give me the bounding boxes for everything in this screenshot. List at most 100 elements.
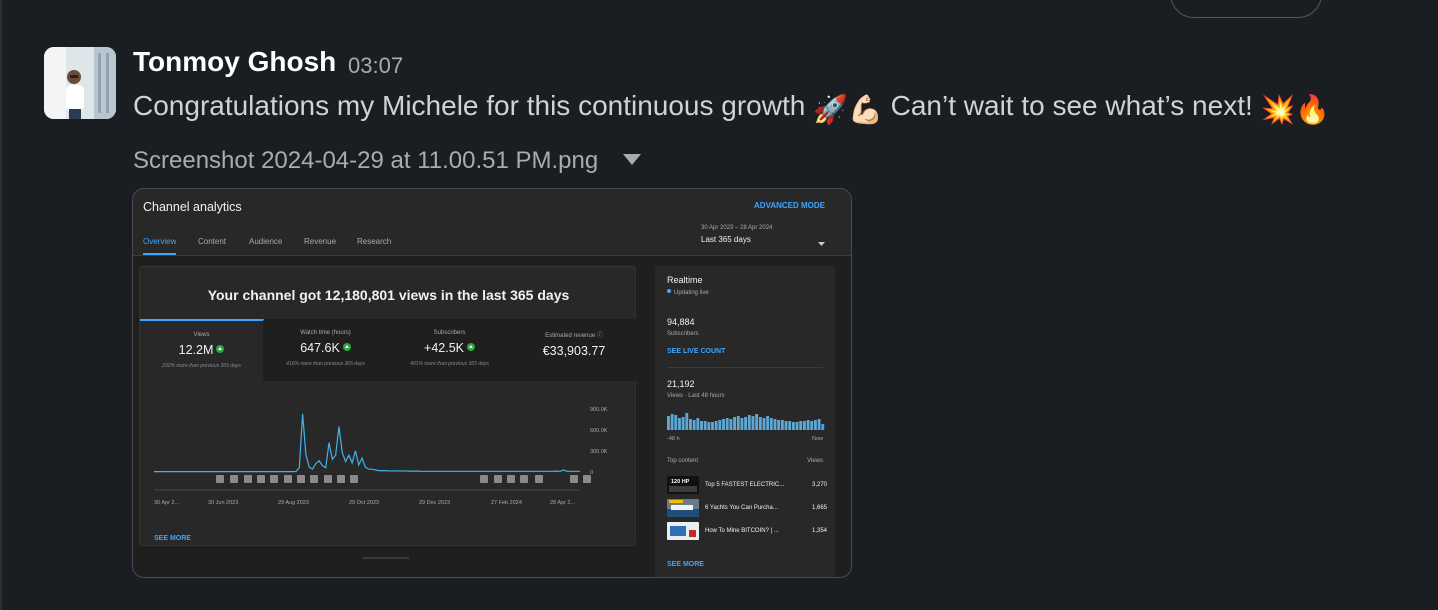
metric-value: 647.6K <box>264 341 387 355</box>
realtime-bar <box>773 419 777 430</box>
tab-audience: Audience <box>249 237 283 246</box>
metric-value: 12.2M <box>140 343 263 357</box>
left-border <box>0 0 2 610</box>
video-marker-icon <box>270 475 278 483</box>
analytics-title: Channel analytics <box>143 200 242 214</box>
realtime-live-text: Updating live <box>674 290 709 296</box>
tab-revenue: Revenue <box>304 237 337 246</box>
realtime-bar <box>722 419 725 430</box>
realtime-bar <box>696 418 700 430</box>
metric-subscribers: Subscribers +42.5K 491% more than previo… <box>388 319 512 381</box>
top-content-item: 120 HP Top 5 FASTEST ELECTRIC... 3,270 <box>667 476 827 496</box>
realtime-bar <box>736 416 740 430</box>
video-marker-icon <box>507 475 515 483</box>
metric-watch-time: Watch time (hours) 647.6K 416% more than… <box>264 319 388 381</box>
video-marker-icon <box>337 475 345 483</box>
video-thumbnail <box>667 499 699 517</box>
realtime-bar <box>806 420 810 430</box>
fire-emoji-icon: 🔥 <box>1295 94 1331 125</box>
views-line-chart: 900.0K 600.0K 300.0K 0 30 Apr 2... 30 Jun 202… <box>154 407 608 506</box>
metric-value: +42.5K <box>388 341 511 355</box>
video-marker-icon <box>480 475 488 483</box>
x-tick-label: 29 Dec 2023 <box>419 500 450 506</box>
realtime-bar <box>674 415 678 430</box>
video-thumbnail: 120 HP <box>667 476 699 494</box>
flexed-biceps-emoji-icon: 💪🏻 <box>847 94 883 125</box>
realtime-bar <box>755 414 759 430</box>
realtime-bar <box>678 418 681 430</box>
live-dot-icon <box>667 289 671 293</box>
top-content-title: How To Mine BITCOIN? | ... <box>705 528 779 534</box>
message-timestamp[interactable]: 03:07 <box>348 53 403 79</box>
realtime-divider <box>667 367 823 368</box>
x-tick-label: 30 Apr 2... <box>154 500 180 506</box>
trend-up-icon <box>466 343 475 351</box>
metric-label: Subscribers <box>433 330 466 336</box>
top-content-item: 6 Yachts You Can Purcha... 1,665 <box>667 499 827 519</box>
realtime-bar <box>766 416 770 430</box>
top-content-views: 1,665 <box>811 505 827 511</box>
realtime-bar <box>714 421 718 430</box>
video-marker-icon <box>324 475 332 483</box>
date-range-selector: 30 Apr 2023 – 28 Apr 2024 Last 365 days <box>701 225 772 244</box>
overview-card: Your channel got 12,180,801 views in the… <box>139 266 636 546</box>
realtime-bar <box>681 417 685 430</box>
realtime-bar <box>685 413 689 430</box>
realtime-see-more-link: SEE MORE <box>667 561 704 568</box>
realtime-bar <box>725 418 729 430</box>
thumbnail-caption: 120 HP <box>671 479 690 485</box>
metric-note: 491% more than previous 365 days <box>410 361 489 367</box>
analytics-header: Channel analytics ADVANCED MODE Overview… <box>133 189 851 256</box>
image-attachment[interactable]: Channel analytics ADVANCED MODE Overview… <box>132 188 852 578</box>
realtime-axis-end: Now <box>811 436 823 442</box>
realtime-bar <box>751 416 755 430</box>
realtime-bar <box>799 421 803 430</box>
realtime-bar <box>780 420 784 430</box>
realtime-bar <box>802 421 806 430</box>
realtime-bar <box>777 420 781 430</box>
realtime-subscribers: 94,884 <box>667 317 695 327</box>
metric-revenue: Estimated revenue ⓘ €33,903.77 <box>512 319 636 381</box>
author-name[interactable]: Tonmoy Ghosh <box>133 46 336 78</box>
y-tick-label: 0 <box>590 470 593 476</box>
realtime-views-label: Views · Last 48 hours <box>667 393 725 399</box>
video-marker-icon <box>310 475 318 483</box>
tab-content: Content <box>198 237 227 246</box>
attachment-filename-text: Screenshot 2024-04-29 at 11.00.51 PM.png <box>133 147 599 174</box>
realtime-bar <box>795 422 799 430</box>
realtime-bar <box>810 421 814 430</box>
realtime-subscribers-label: Subscribers <box>667 331 699 337</box>
metric-value-text: 647.6K <box>300 341 340 355</box>
realtime-bar <box>821 424 825 430</box>
trend-up-icon <box>342 343 351 351</box>
realtime-bar <box>817 419 821 430</box>
date-range-dates: 30 Apr 2023 – 28 Apr 2024 <box>701 225 773 231</box>
metric-note: 416% more than previous 365 days <box>286 361 365 367</box>
avatar-photo <box>44 47 116 119</box>
realtime-bar <box>758 417 762 430</box>
realtime-bar <box>670 414 674 430</box>
video-marker-icon <box>230 475 238 483</box>
realtime-bar <box>788 421 792 430</box>
top-pill-button[interactable] <box>1170 0 1322 18</box>
video-marker-icon <box>284 475 292 483</box>
date-range-label: Last 365 days <box>701 235 751 244</box>
x-tick-label: 29 Aug 2023 <box>278 500 309 506</box>
advanced-mode-link: ADVANCED MODE <box>754 201 825 210</box>
y-tick-label: 900.0K <box>590 407 608 413</box>
tab-research: Research <box>357 237 392 246</box>
attachment-filename[interactable]: Screenshot 2024-04-29 at 11.00.51 PM.png <box>133 144 641 175</box>
realtime-bar <box>747 415 751 430</box>
date-dropdown-icon <box>818 233 825 251</box>
realtime-bar <box>689 419 692 430</box>
active-tab-indicator <box>143 253 176 255</box>
avatar[interactable] <box>44 47 116 119</box>
info-icon: ⓘ <box>596 333 603 339</box>
trend-up-icon <box>216 345 225 353</box>
collapse-caret-icon[interactable] <box>622 144 641 172</box>
realtime-live-status: Updating live <box>667 289 709 296</box>
video-marker-icon <box>297 475 305 483</box>
video-marker-icon <box>244 475 252 483</box>
realtime-axis-start: -48 h <box>667 436 680 442</box>
top-content-views: 1,354 <box>811 528 827 534</box>
